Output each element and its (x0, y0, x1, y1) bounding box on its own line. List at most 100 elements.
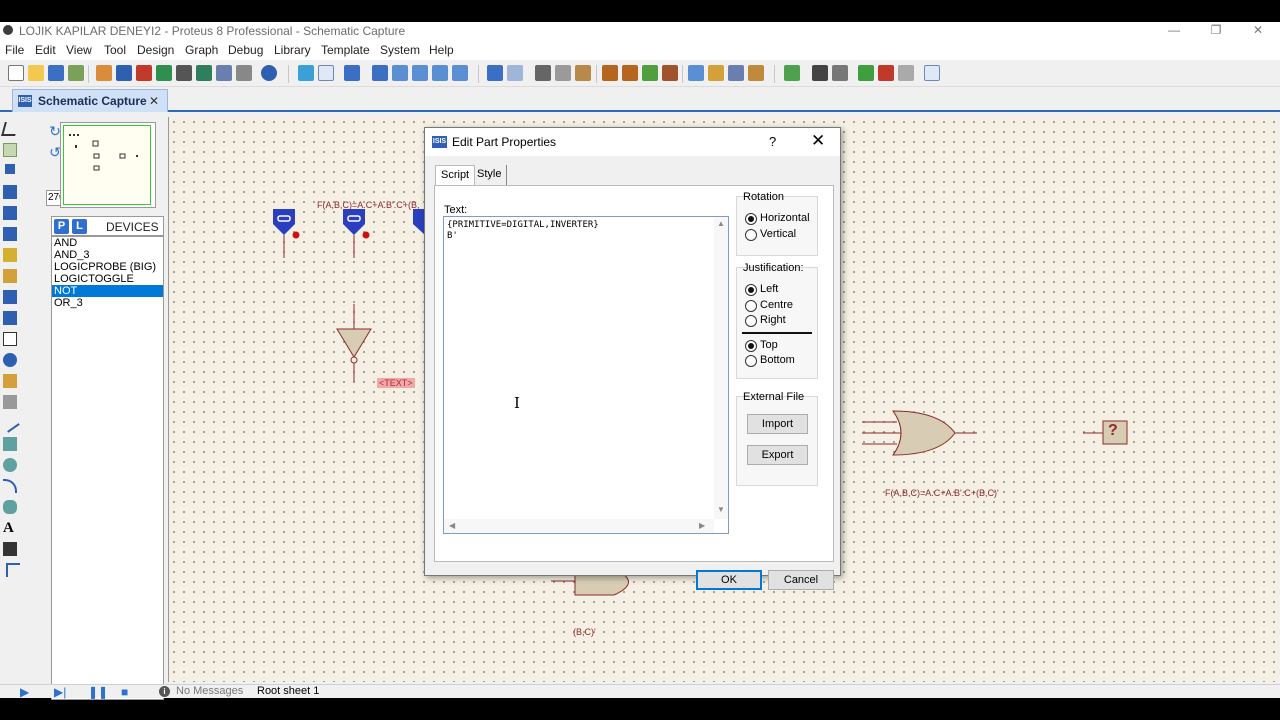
device-item[interactable]: LOGICPROBE (BIG) (52, 261, 163, 273)
exit-to-parent-icon[interactable] (898, 65, 914, 81)
script-text-editor[interactable]: {PRIMITIVE=DIGITAL,INVERTER} B' ▲ ▼ ◀ ▶ (443, 216, 729, 534)
text-tool-icon[interactable]: A (3, 521, 17, 536)
tab-close-icon[interactable]: ✕ (149, 94, 159, 108)
device-pins-icon[interactable] (3, 290, 17, 304)
vertical-scrollbar[interactable]: ▲ ▼ (714, 217, 728, 519)
not-gate[interactable] (336, 304, 372, 382)
wire-label-icon[interactable] (3, 185, 17, 199)
menu-file[interactable]: File (5, 43, 24, 57)
horizontal-scrollbar[interactable]: ◀ ▶ (444, 519, 714, 533)
help-icon[interactable] (261, 65, 277, 81)
make-device-icon[interactable] (708, 65, 724, 81)
packaging-tool-icon[interactable] (728, 65, 744, 81)
tab-schematic-capture[interactable]: ISIS Schematic Capture ✕ (12, 89, 168, 112)
dialog-help-button[interactable]: ? (769, 134, 776, 149)
tab-style[interactable]: Style (472, 165, 508, 185)
radio-top[interactable]: Top (745, 339, 778, 353)
device-item[interactable]: AND (52, 237, 163, 249)
refresh-icon[interactable] (298, 65, 314, 81)
selection-mode-icon[interactable] (1, 122, 19, 136)
scroll-down-icon[interactable]: ▼ (717, 505, 725, 514)
design-explorer-icon[interactable] (216, 65, 232, 81)
radio-vertical[interactable]: Vertical (745, 228, 796, 242)
menu-edit[interactable]: Edit (35, 43, 56, 57)
menu-tool[interactable]: Tool (104, 43, 126, 57)
scroll-right-icon[interactable]: ▶ (699, 521, 705, 530)
bom-icon[interactable] (196, 65, 212, 81)
radio-centre[interactable]: Centre (745, 299, 793, 313)
tab-script[interactable]: Script (435, 165, 476, 185)
menu-design[interactable]: Design (137, 43, 174, 57)
play-simulation-icon[interactable]: ▶ (20, 686, 29, 698)
text-placeholder-tag[interactable]: <TEXT> (377, 378, 415, 388)
zoom-area-icon[interactable] (452, 65, 468, 81)
radio-left[interactable]: Left (745, 283, 778, 297)
block-delete-icon[interactable] (662, 65, 678, 81)
remove-sheet-icon[interactable] (878, 65, 894, 81)
pcb-layout-icon[interactable] (136, 65, 152, 81)
overview-window[interactable] (60, 122, 156, 208)
minimize-button[interactable]: — (1152, 22, 1196, 40)
block-move-icon[interactable] (622, 65, 638, 81)
generator-icon[interactable] (3, 353, 17, 367)
voltage-probe-icon[interactable] (3, 374, 17, 388)
radio-right[interactable]: Right (745, 314, 786, 328)
buses-icon[interactable] (3, 227, 17, 241)
zoom-all-icon[interactable] (432, 65, 448, 81)
search-tag-icon[interactable] (812, 65, 828, 81)
symbol-icon[interactable] (3, 542, 17, 556)
save-icon[interactable] (48, 65, 64, 81)
wire-autorouter-icon[interactable] (784, 65, 800, 81)
messages-status[interactable]: No Messages (176, 685, 243, 697)
cancel-button[interactable]: Cancel (768, 570, 834, 590)
schematic-icon[interactable] (116, 65, 132, 81)
logic-toggle-b[interactable] (343, 209, 370, 258)
menu-system[interactable]: System (380, 43, 420, 57)
property-assignment-icon[interactable] (832, 65, 848, 81)
paste-icon[interactable] (575, 65, 591, 81)
terminals-icon[interactable] (3, 269, 17, 283)
gerber-icon[interactable] (156, 65, 172, 81)
device-list[interactable]: AND AND_3 LOGICPROBE (BIG) LOGICTOGGLE N… (51, 236, 164, 700)
path-icon[interactable] (3, 500, 17, 514)
close-window-button[interactable]: ✕ (1236, 22, 1280, 40)
menu-view[interactable]: View (66, 43, 92, 57)
menu-help[interactable]: Help (429, 43, 454, 57)
new-file-icon[interactable] (8, 65, 24, 81)
library-manager-button[interactable]: L (72, 219, 87, 234)
new-sheet-icon[interactable] (858, 65, 874, 81)
subcircuit-icon[interactable] (3, 248, 17, 262)
graph-mode-icon[interactable] (3, 311, 17, 325)
export-button[interactable]: Export (747, 445, 808, 465)
redo-icon[interactable] (507, 65, 523, 81)
messages-info-icon[interactable]: i (159, 686, 170, 697)
step-simulation-icon[interactable]: ▶| (54, 686, 66, 698)
ok-button[interactable]: OK (696, 570, 762, 590)
copy-icon[interactable] (555, 65, 571, 81)
open-folder-icon[interactable] (28, 65, 44, 81)
menu-debug[interactable]: Debug (228, 43, 263, 57)
block-copy-icon[interactable] (602, 65, 618, 81)
save-all-icon[interactable] (68, 65, 84, 81)
pause-simulation-icon[interactable]: ❚❚ (88, 686, 108, 698)
import-button[interactable]: Import (747, 414, 808, 434)
virtual-instruments-icon[interactable] (3, 395, 17, 409)
marker-icon[interactable] (6, 563, 20, 577)
pick-device-icon[interactable] (688, 65, 704, 81)
decompose-icon[interactable] (748, 65, 764, 81)
scroll-up-icon[interactable]: ▲ (717, 219, 725, 228)
radio-horizontal[interactable]: Horizontal (745, 212, 810, 226)
cut-icon[interactable] (535, 65, 551, 81)
netlist-icon[interactable] (924, 65, 940, 81)
device-item-selected[interactable]: NOT (52, 285, 163, 297)
component-mode-icon[interactable] (3, 143, 17, 157)
menu-graph[interactable]: Graph (185, 43, 218, 57)
grid-toggle-icon[interactable] (318, 65, 334, 81)
radio-bottom[interactable]: Bottom (745, 354, 795, 368)
restore-button[interactable]: ❐ (1194, 22, 1238, 40)
block-rotate-icon[interactable] (642, 65, 658, 81)
device-item[interactable]: AND_3 (52, 249, 163, 261)
device-item[interactable]: LOGICTOGGLE (52, 273, 163, 285)
tape-recorder-icon[interactable] (3, 332, 17, 346)
line-icon[interactable] (0, 413, 20, 433)
